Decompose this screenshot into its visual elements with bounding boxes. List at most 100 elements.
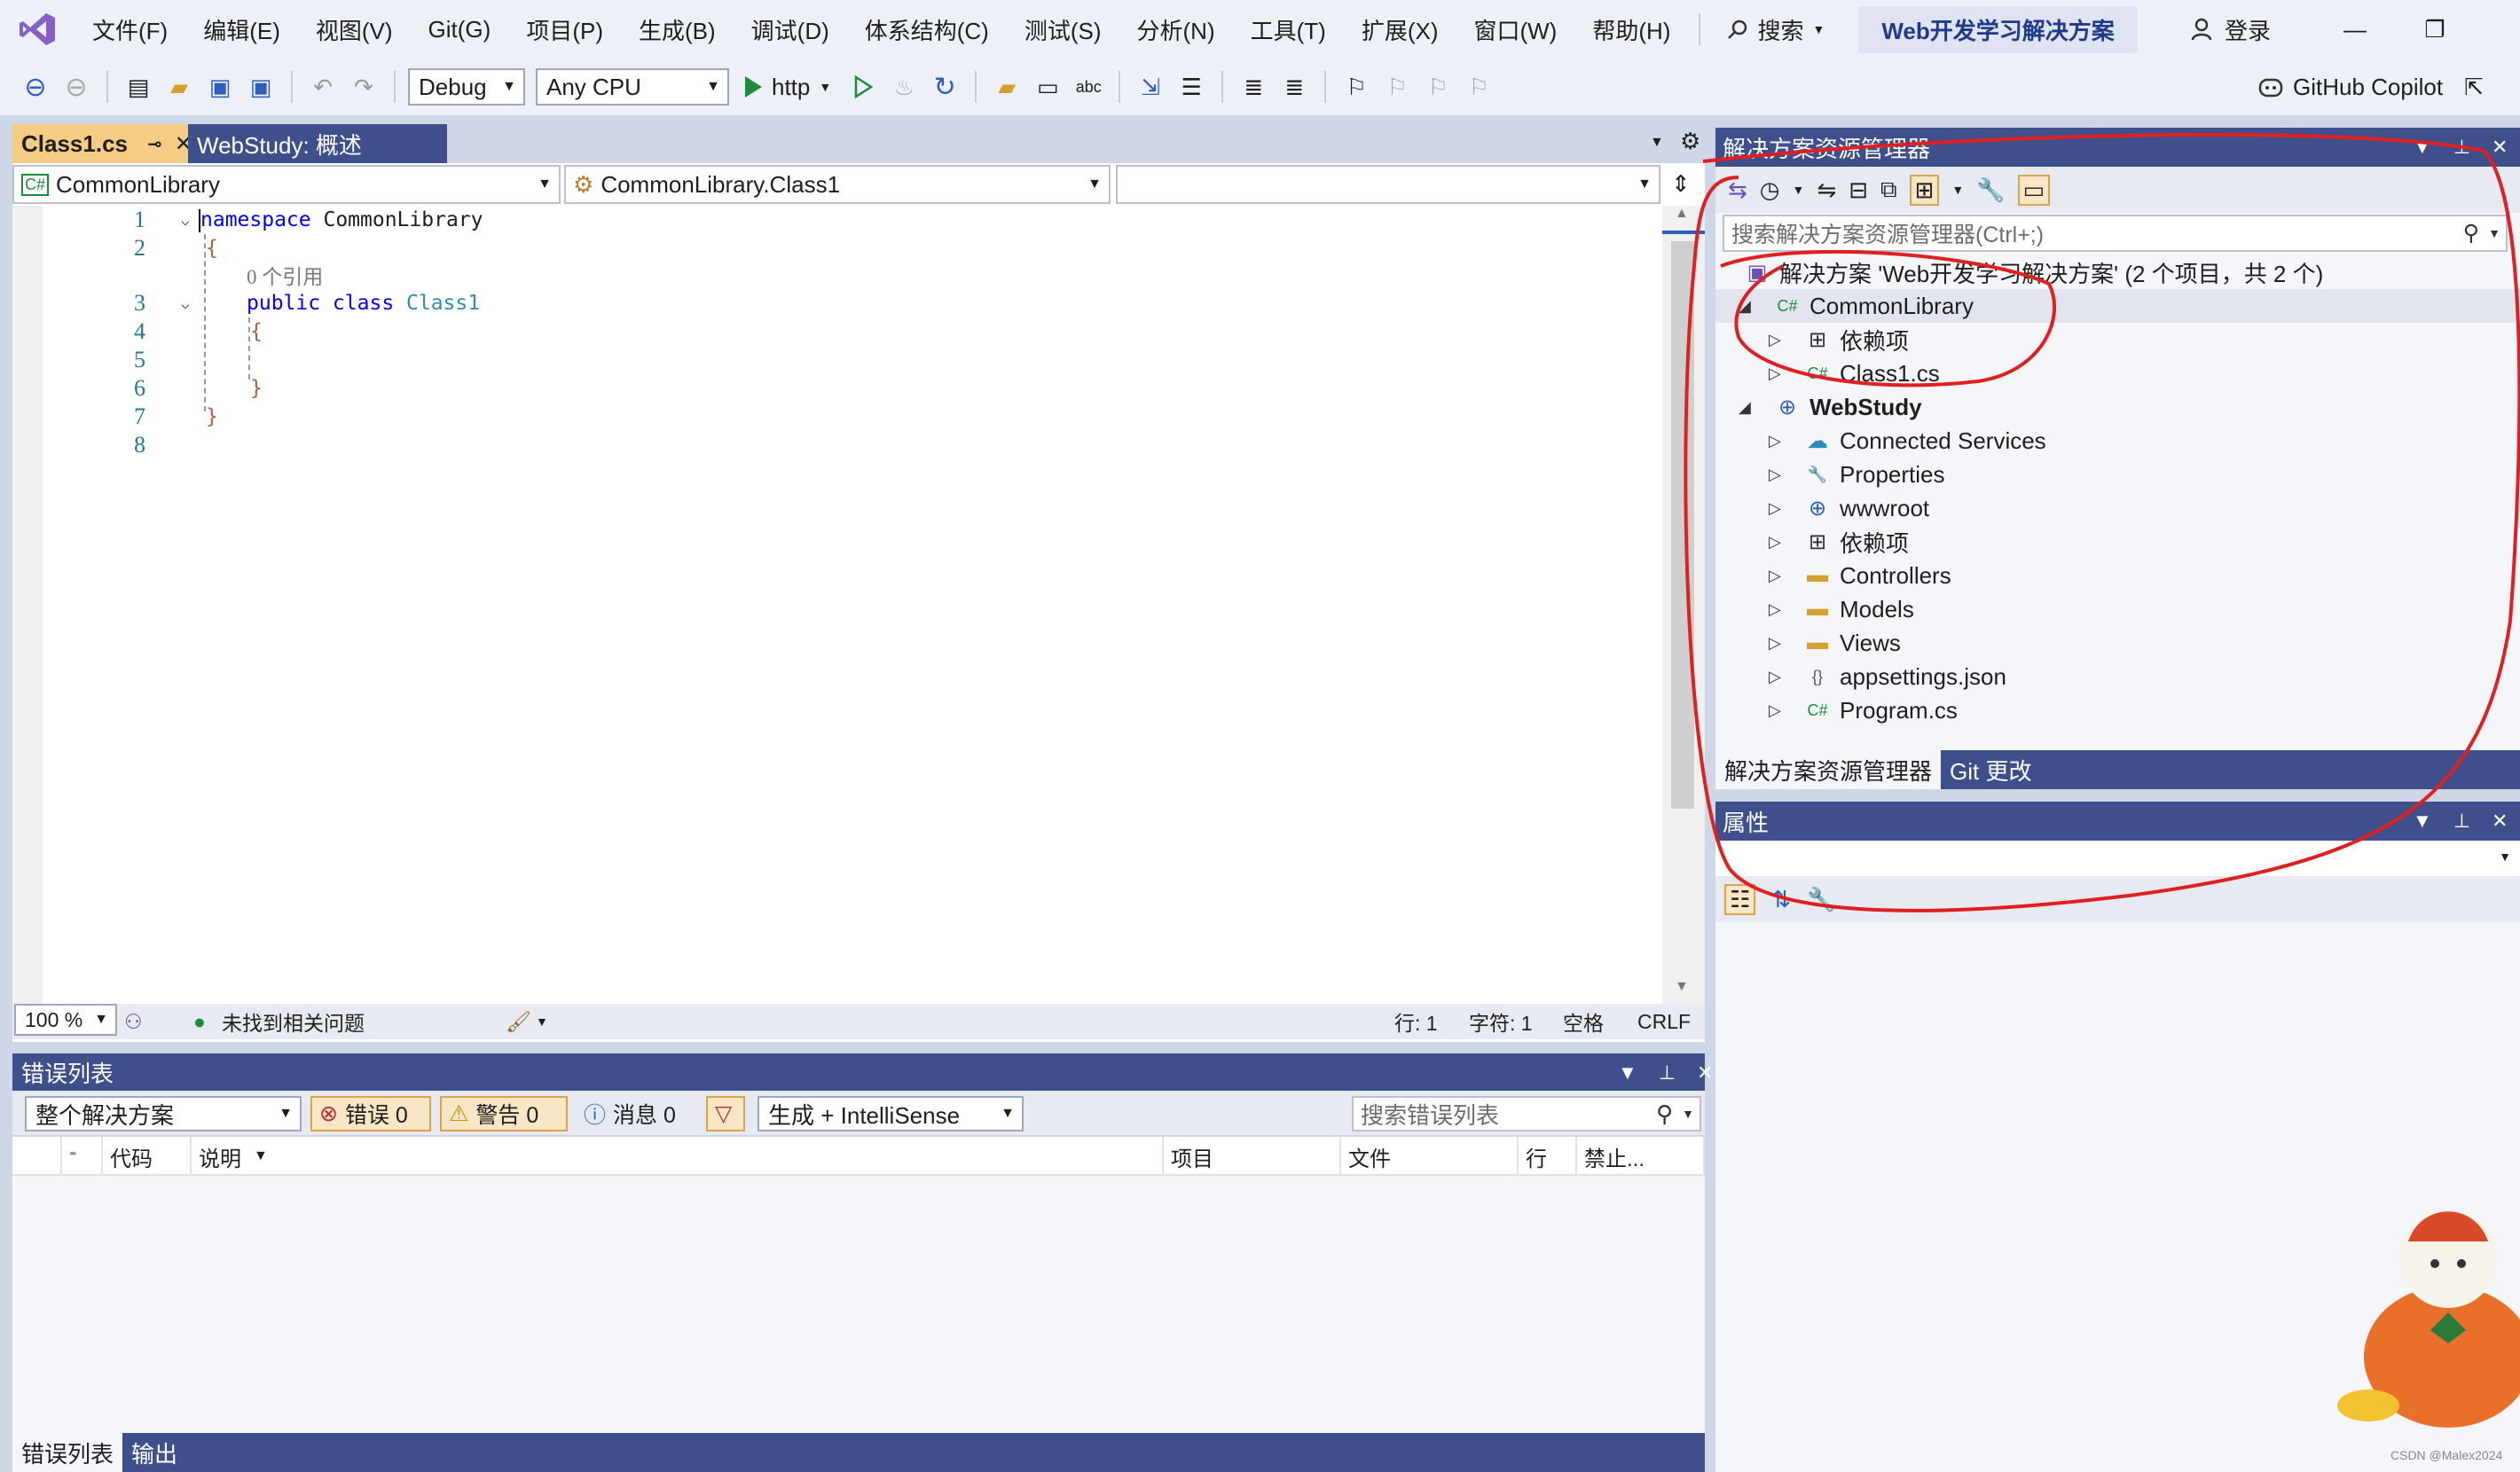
github-copilot-button[interactable]: GitHub Copilot ⇱ xyxy=(2257,59,2484,115)
back-button[interactable]: ⊖ xyxy=(18,67,53,106)
next-bookmark-button[interactable]: ⚐ xyxy=(1420,67,1456,106)
property-pages-icon[interactable]: 🔧 xyxy=(1807,886,1835,913)
restore-button[interactable]: ❐ xyxy=(2395,0,2475,59)
solution-search-input[interactable]: 搜索解决方案资源管理器(Ctrl+;) ⚲ ▼ xyxy=(1723,215,2508,252)
menu-item[interactable]: 窗口(W) xyxy=(1456,0,1574,59)
menu-item[interactable]: 视图(V) xyxy=(298,0,411,59)
messages-filter-button[interactable]: ⓘ 消息 0 xyxy=(577,1096,697,1131)
zoom-dropdown[interactable]: 100 % ▼ xyxy=(14,1004,117,1036)
menu-item[interactable]: 扩展(X) xyxy=(1344,0,1456,59)
tree-item[interactable]: ▷ C# Class1.cs xyxy=(1715,356,2520,390)
start-without-debugging-button[interactable] xyxy=(845,67,881,106)
errors-filter-button[interactable]: ⊗ 错误 0 xyxy=(310,1096,431,1131)
login-button[interactable]: 登录 xyxy=(2191,0,2271,59)
collapsed-arrow-icon[interactable]: ▷ xyxy=(1769,533,1781,552)
menu-item[interactable]: 文件(F) xyxy=(75,0,185,59)
column-description[interactable]: 说明 ▼ xyxy=(192,1137,1164,1176)
error-scope-dropdown[interactable]: 整个解决方案 ▼ xyxy=(25,1096,302,1131)
tab-solution-explorer[interactable]: 解决方案资源管理器 xyxy=(1715,750,1942,789)
filter-pending-icon[interactable]: ⊞ xyxy=(1909,174,1940,206)
tree-item[interactable]: ▷ ⊞ 依赖项 xyxy=(1715,525,2520,559)
browse-button[interactable]: ▰ xyxy=(989,67,1024,106)
undo-button[interactable]: ↶ xyxy=(305,67,341,106)
menu-item[interactable]: 体系结构(C) xyxy=(847,0,1007,59)
history-icon[interactable]: ◷ xyxy=(1760,176,1780,204)
tree-item[interactable]: ▷ ⊞ 依赖项 xyxy=(1715,323,2520,356)
tree-item[interactable]: ▣ 解决方案 'Web开发学习解决方案' (2 个项目，共 2 个) xyxy=(1715,255,2520,289)
close-icon[interactable]: ✕ xyxy=(2492,136,2508,159)
tab-webstudy-overview[interactable]: WebStudy: 概述 xyxy=(188,124,447,163)
collapsed-arrow-icon[interactable]: ▷ xyxy=(1769,600,1781,619)
column-suppression-state[interactable]: 禁止... xyxy=(1577,1137,1705,1176)
save-button[interactable]: ▣ xyxy=(202,67,238,106)
tree-item[interactable]: ▷ ☁ Connected Services xyxy=(1715,424,2520,458)
menu-item[interactable]: 编辑(E) xyxy=(185,0,298,59)
tab-output[interactable]: 输出 xyxy=(122,1433,186,1472)
spell-check-button[interactable]: abc xyxy=(1071,67,1106,106)
clear-bookmarks-button[interactable]: ⚐ xyxy=(1461,67,1496,106)
collapsed-arrow-icon[interactable]: ▷ xyxy=(1769,701,1781,720)
line-indicator[interactable]: 行: 1 xyxy=(1394,1006,1438,1037)
refresh-button[interactable]: ↻ xyxy=(927,67,962,106)
scroll-down-icon[interactable]: ▼ xyxy=(1675,979,1689,995)
preview-selected-icon[interactable]: ▭ xyxy=(2017,174,2051,206)
new-project-button[interactable]: ▤ xyxy=(121,67,156,106)
collapsed-arrow-icon[interactable]: ▷ xyxy=(1769,499,1781,518)
chevron-down-icon[interactable]: ▼ xyxy=(2413,810,2432,833)
column-line[interactable]: 行 xyxy=(1519,1137,1577,1176)
properties-object-dropdown[interactable]: ▼ xyxy=(1715,841,2520,876)
tree-item[interactable]: ▷ 🔧 Properties xyxy=(1715,458,2520,491)
brush-icon[interactable]: 🖌 xyxy=(506,1010,531,1034)
collapsed-arrow-icon[interactable]: ▷ xyxy=(1769,364,1781,383)
configuration-dropdown[interactable]: Debug ▼ xyxy=(408,68,525,106)
minimize-button[interactable]: — xyxy=(2315,0,2395,59)
redo-button[interactable]: ↷ xyxy=(346,67,381,106)
close-icon[interactable]: ✕ xyxy=(2492,810,2508,833)
column-icon[interactable] xyxy=(12,1137,62,1176)
chevron-down-icon[interactable]: ▼ xyxy=(2413,136,2432,159)
hot-reload-button[interactable]: ♨ xyxy=(886,67,922,106)
step-into-button[interactable]: ⇲ xyxy=(1133,67,1168,106)
collapsed-arrow-icon[interactable]: ▷ xyxy=(1769,432,1781,450)
menu-item[interactable]: 调试(D) xyxy=(734,0,847,59)
show-all-files-icon[interactable]: ⧉ xyxy=(1880,176,1897,204)
tab-class1-cs[interactable]: Class1.cs ⊸ ✕ xyxy=(12,124,192,163)
scroll-up-icon[interactable]: ▲ xyxy=(1675,206,1689,222)
reference-count[interactable]: 0 个引用 xyxy=(247,260,323,290)
expanded-arrow-icon[interactable]: ◢ xyxy=(1739,398,1751,417)
tree-item[interactable]: ▷ ▬ Views xyxy=(1715,626,2520,660)
collapsed-arrow-icon[interactable]: ▷ xyxy=(1769,466,1781,484)
gear-icon[interactable]: ⚙ xyxy=(1680,128,1700,155)
collapsed-arrow-icon[interactable]: ▷ xyxy=(1769,634,1781,653)
project-nav-dropdown[interactable]: C# CommonLibrary ▼ xyxy=(12,165,561,204)
char-indicator[interactable]: 字符: 1 xyxy=(1469,1006,1533,1037)
chevron-down-icon[interactable]: ▼ xyxy=(1618,1061,1637,1084)
outdent-button[interactable]: ≣ xyxy=(1276,67,1312,106)
sync-icon[interactable]: ⇋ xyxy=(1817,176,1836,204)
tab-list-dropdown-icon[interactable]: ▼ xyxy=(1650,135,1664,151)
alphabetical-icon[interactable]: ⇅ xyxy=(1771,886,1791,913)
tree-item[interactable]: ▷ C# Program.cs xyxy=(1715,693,2520,727)
filter-button[interactable]: ▽ xyxy=(706,1096,745,1131)
scrollbar-thumb[interactable] xyxy=(1671,241,1694,809)
close-icon[interactable]: ✕ xyxy=(1697,1061,1713,1084)
open-button[interactable]: ▰ xyxy=(161,67,197,106)
layout-button[interactable]: ▭ xyxy=(1030,67,1065,106)
menu-item[interactable]: Git(G) xyxy=(411,0,509,59)
format-button[interactable]: ☰ xyxy=(1174,67,1209,106)
tab-error-list[interactable]: 错误列表 xyxy=(12,1433,123,1472)
switch-views-icon[interactable]: ⇆ xyxy=(1728,176,1747,204)
bookmark-button[interactable]: ⚐ xyxy=(1339,67,1374,106)
error-search-input[interactable]: 搜索错误列表 ⚲ ▼ xyxy=(1352,1096,1701,1131)
error-source-dropdown[interactable]: 生成 + IntelliSense ▼ xyxy=(758,1096,1024,1131)
menu-item[interactable]: 项目(P) xyxy=(508,0,621,59)
categorized-icon[interactable]: ☷ xyxy=(1724,883,1756,915)
wrench-icon[interactable]: 🔧 xyxy=(1976,176,2005,204)
tree-item[interactable]: ◢ ⊕ WebStudy xyxy=(1715,390,2520,424)
save-all-button[interactable]: ▣ xyxy=(243,67,279,106)
split-editor-icon[interactable]: ⇕ xyxy=(1671,170,1691,198)
expanded-arrow-icon[interactable]: ◢ xyxy=(1739,297,1751,316)
collapsed-arrow-icon[interactable]: ▷ xyxy=(1769,567,1781,585)
forward-button[interactable]: ⊖ xyxy=(59,67,94,106)
column-file[interactable]: 文件 xyxy=(1341,1137,1519,1176)
